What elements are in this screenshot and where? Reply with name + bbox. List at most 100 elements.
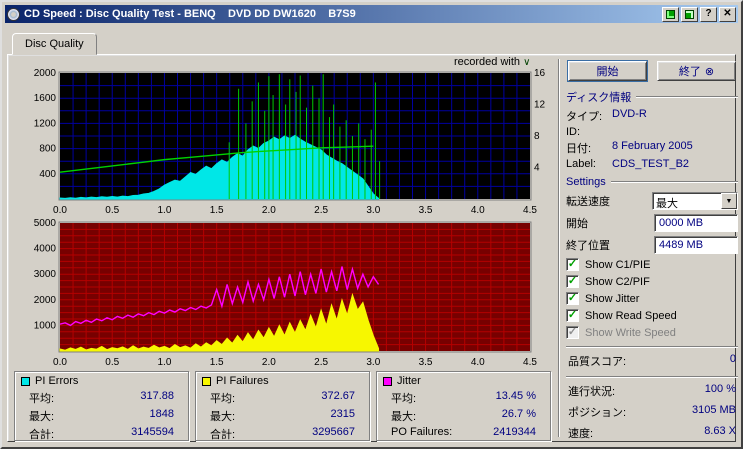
stat-label: 平均: xyxy=(210,393,236,405)
stat-label: 合計: xyxy=(210,429,236,441)
show-c2-pif-row: ✓ Show C2/PIF xyxy=(566,275,738,288)
tab-page: recorded with ∨ 0.0 0.5 1.0 1.5 2.0 2.5 3.0 3.5… xyxy=(7,54,738,442)
button-row: 開始 終了 ⊗ xyxy=(568,61,736,81)
exit-button[interactable]: 終了 ⊗ xyxy=(657,61,736,81)
svg-text:2.5: 2.5 xyxy=(314,357,328,368)
show-c2-pif-checkbox[interactable]: ✓ xyxy=(566,275,579,288)
stat-label: 平均: xyxy=(391,393,417,405)
info-value: 8 February 2005 xyxy=(612,140,693,152)
disc-info-row: Label: CDS_TEST_B2 xyxy=(566,158,738,170)
checkbox-label: Show Jitter xyxy=(585,292,640,305)
stat-label: 最大: xyxy=(29,411,55,423)
vertical-separator xyxy=(558,59,560,437)
svg-text:16: 16 xyxy=(534,69,546,79)
stat-row: 最大: 1848 xyxy=(21,407,182,425)
checkbox-label: Show Write Speed xyxy=(585,326,676,339)
show-jitter-checkbox[interactable]: ✓ xyxy=(566,292,579,305)
pi-failures-stats: PI Failures 平均: 372.67 最大: 2315 合計: 3295667 xyxy=(195,371,370,441)
svg-text:12: 12 xyxy=(534,100,546,111)
stats-title-label: Jitter xyxy=(397,375,421,387)
svg-text:1600: 1600 xyxy=(34,93,57,104)
disc-info-row: ID: xyxy=(566,126,738,138)
recorded-with-control[interactable]: recorded with ∨ xyxy=(454,56,530,68)
position-label: ポジション: xyxy=(568,407,627,419)
svg-text:4.5: 4.5 xyxy=(523,205,537,216)
transfer-speed-value: 最大 xyxy=(656,198,678,210)
svg-text:800: 800 xyxy=(39,144,56,155)
chevron-down-icon[interactable]: ▼ xyxy=(721,193,737,209)
stat-label: 平均: xyxy=(29,393,55,405)
show-read-speed-row: ✓ Show Read Speed xyxy=(566,309,738,322)
svg-text:3.0: 3.0 xyxy=(366,357,380,368)
svg-text:0.5: 0.5 xyxy=(105,357,119,368)
end-position-row: 終了位置 4489 MB xyxy=(566,236,738,254)
stats-title-label: PI Errors xyxy=(35,375,79,387)
exit-button-label: 終了 xyxy=(678,66,701,78)
svg-text:2.0: 2.0 xyxy=(262,205,276,216)
stat-label: 最大: xyxy=(210,411,236,423)
info-value: DVD-R xyxy=(612,108,647,120)
stat-label: PO Failures: xyxy=(391,426,453,438)
svg-text:4.0: 4.0 xyxy=(471,205,485,216)
save-results-button[interactable] xyxy=(681,6,698,22)
pi-failures-swatch-icon xyxy=(202,376,211,386)
svg-text:0.5: 0.5 xyxy=(105,205,119,216)
stat-value: 3295667 xyxy=(312,426,355,438)
stat-row: 平均: 13.45 % xyxy=(383,389,544,407)
progress-value: 100 % xyxy=(704,383,736,395)
pi-errors-swatch-icon xyxy=(21,376,30,386)
svg-text:3.5: 3.5 xyxy=(419,205,433,216)
stats-title-label: PI Failures xyxy=(216,375,269,387)
disc-info-row: 日付: 8 February 2005 xyxy=(566,140,738,156)
disc-info-row: タイプ: DVD-R xyxy=(566,108,738,124)
svg-text:1.0: 1.0 xyxy=(157,205,171,216)
info-value: CDS_TEST_B2 xyxy=(612,158,690,170)
svg-text:2000: 2000 xyxy=(34,69,57,79)
chart-icon xyxy=(666,9,675,19)
jitter-swatch-icon xyxy=(383,376,392,386)
stat-value: 3145594 xyxy=(131,426,174,438)
svg-text:1.0: 1.0 xyxy=(157,357,171,368)
stat-value: 1848 xyxy=(149,408,174,420)
header-divider xyxy=(636,96,738,98)
show-c1-pie-checkbox[interactable]: ✓ xyxy=(566,258,579,271)
svg-text:2.0: 2.0 xyxy=(262,357,276,368)
stat-value: 2315 xyxy=(330,408,355,420)
show-read-speed-checkbox[interactable]: ✓ xyxy=(566,309,579,322)
svg-text:2.5: 2.5 xyxy=(314,205,328,216)
checkbox-label: Show Read Speed xyxy=(585,309,677,322)
close-button[interactable]: ✕ xyxy=(719,6,736,22)
progress-row: 進行状況: 100 % xyxy=(568,383,736,399)
svg-text:5000: 5000 xyxy=(34,219,57,229)
recorded-with-label: recorded with xyxy=(454,56,521,68)
stat-row: 平均: 372.67 xyxy=(202,389,363,407)
svg-text:1.5: 1.5 xyxy=(210,357,224,368)
info-label: Label: xyxy=(566,158,596,170)
svg-text:1.5: 1.5 xyxy=(210,205,224,216)
info-label: ID: xyxy=(566,126,581,138)
end-position-field[interactable]: 4489 MB xyxy=(654,236,738,254)
start-position-field[interactable]: 0000 MB xyxy=(654,214,738,232)
header-divider xyxy=(610,181,738,183)
speed-value: 8.63 X xyxy=(704,425,736,437)
transfer-speed-label: 転送速度 xyxy=(566,196,610,208)
window-title: CD Speed : Disc Quality Test - BENQ DVD … xyxy=(24,8,356,20)
pi-failures-jitter-chart: 0.0 0.5 1.0 1.5 2.0 2.5 3.0 3.5 4.0 4.5 1000 2000 30… xyxy=(34,219,538,368)
show-graph-button[interactable] xyxy=(662,6,679,22)
speed-row: 速度: 8.63 X xyxy=(568,425,736,441)
exit-icon: ⊗ xyxy=(704,65,715,78)
stat-row: PO Failures: 2419344 xyxy=(383,425,544,439)
svg-text:1000: 1000 xyxy=(34,320,57,331)
speed-label: 速度: xyxy=(568,428,594,440)
quality-score-value: 0 xyxy=(729,353,736,365)
show-write-speed-checkbox: ✓ xyxy=(566,326,579,339)
titlebar: CD Speed : Disc Quality Test - BENQ DVD … xyxy=(5,5,738,23)
help-button[interactable]: ? xyxy=(700,6,717,22)
app-icon xyxy=(7,7,20,21)
transfer-speed-select[interactable]: 最大 ▼ xyxy=(652,192,738,210)
chevron-down-icon[interactable]: ∨ xyxy=(523,57,530,68)
tab-disc-quality[interactable]: Disc Quality xyxy=(12,33,97,55)
show-jitter-row: ✓ Show Jitter xyxy=(566,292,738,305)
position-value: 3105 MB xyxy=(691,404,736,416)
start-button[interactable]: 開始 xyxy=(568,61,647,81)
